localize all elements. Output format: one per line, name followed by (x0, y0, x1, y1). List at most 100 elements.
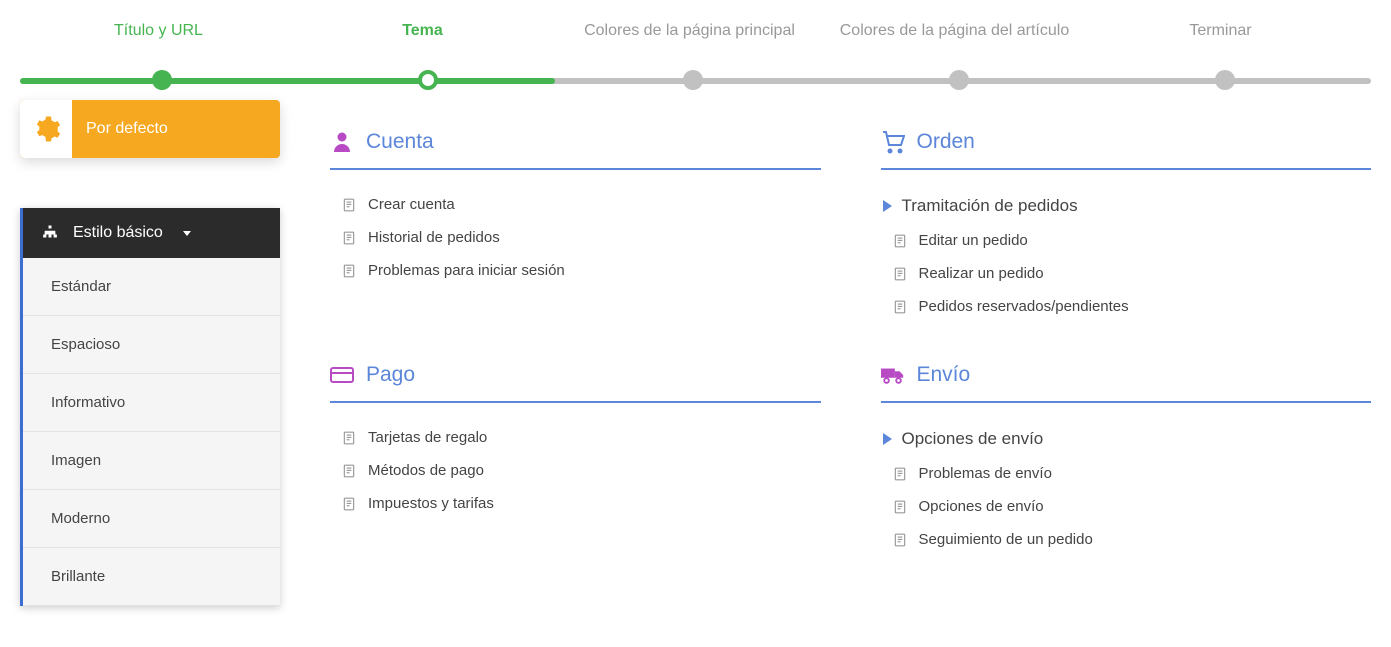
gear-icon-box (20, 100, 72, 158)
section-payment: Pago Tarjetas de regalo Métodos de pago … (330, 363, 821, 556)
cart-icon (881, 130, 905, 154)
item-label: Realizar un pedido (919, 265, 1044, 282)
document-icon (342, 264, 356, 278)
step-finish[interactable]: Terminar (1088, 22, 1353, 40)
section-header: Orden (881, 130, 1372, 170)
gear-icon (31, 114, 61, 144)
caret-right-icon (883, 433, 892, 445)
document-icon (342, 497, 356, 511)
style-option-label: Estándar (51, 278, 111, 295)
style-dropdown-header[interactable]: Estilo básico (23, 208, 280, 258)
theme-sidebar: Por defecto Estilo básico Estándar Espac… (20, 100, 280, 606)
stepper-progress (20, 78, 555, 84)
wizard-stepper: Título y URL Tema Colores de la página p… (0, 0, 1391, 100)
list-item[interactable]: Opciones de envío (881, 490, 1372, 523)
style-option-bright[interactable]: Brillante (23, 548, 280, 606)
section-title: Orden (917, 130, 975, 154)
section-header: Pago (330, 363, 821, 403)
item-list: Crear cuenta Historial de pedidos Proble… (330, 188, 821, 287)
style-panel: Estilo básico Estándar Espacioso Informa… (20, 208, 280, 606)
item-list: Tarjetas de regalo Métodos de pago Impue… (330, 421, 821, 520)
step-title-url[interactable]: Título y URL (26, 22, 291, 40)
default-button-label: Por defecto (72, 120, 168, 138)
document-icon (893, 234, 907, 248)
item-label: Métodos de pago (368, 462, 484, 479)
document-icon (342, 464, 356, 478)
item-label: Problemas para iniciar sesión (368, 262, 565, 279)
item-list: Problemas de envío Opciones de envío Seg… (881, 457, 1372, 556)
list-item[interactable]: Editar un pedido (881, 224, 1372, 257)
step-circle-5 (1215, 70, 1235, 90)
item-list: Editar un pedido Realizar un pedido Pedi… (881, 224, 1372, 323)
list-item[interactable]: Problemas de envío (881, 457, 1372, 490)
step-label: Terminar (1189, 22, 1251, 39)
style-option-modern[interactable]: Moderno (23, 490, 280, 548)
style-option-label: Moderno (51, 510, 110, 527)
list-item[interactable]: Crear cuenta (330, 188, 821, 221)
section-order: Orden Tramitación de pedidos Editar un p… (881, 130, 1372, 323)
document-icon (342, 231, 356, 245)
step-article-colors[interactable]: Colores de la página del artículo (822, 22, 1087, 40)
style-option-informative[interactable]: Informativo (23, 374, 280, 432)
step-label: Colores de la página del artículo (840, 22, 1069, 39)
section-account: Cuenta Crear cuenta Historial de pedidos… (330, 130, 821, 323)
item-label: Seguimiento de un pedido (919, 531, 1093, 548)
step-circle-2 (418, 70, 438, 90)
step-label: Título y URL (114, 22, 203, 39)
document-icon (342, 198, 356, 212)
item-label: Opciones de envío (902, 429, 1044, 449)
list-item[interactable]: Métodos de pago (330, 454, 821, 487)
section-shipping: Envío Opciones de envío Problemas de env… (881, 363, 1372, 556)
caret-right-icon (883, 200, 892, 212)
step-theme[interactable]: Tema (290, 22, 555, 40)
style-option-standard[interactable]: Estándar (23, 258, 280, 316)
default-theme-button[interactable]: Por defecto (20, 100, 280, 158)
list-item[interactable]: Problemas para iniciar sesión (330, 254, 821, 287)
step-circle-3 (683, 70, 703, 90)
item-label: Problemas de envío (919, 465, 1052, 482)
style-option-label: Informativo (51, 394, 125, 411)
style-option-image[interactable]: Imagen (23, 432, 280, 490)
document-icon (342, 431, 356, 445)
chevron-down-icon (183, 231, 191, 236)
step-label: Colores de la página principal (584, 22, 795, 39)
item-label: Impuestos y tarifas (368, 495, 494, 512)
list-item[interactable]: Historial de pedidos (330, 221, 821, 254)
item-label: Crear cuenta (368, 196, 455, 213)
item-label: Editar un pedido (919, 232, 1028, 249)
style-options-list: Estándar Espacioso Informativo Imagen Mo… (23, 258, 280, 606)
document-icon (893, 467, 907, 481)
list-item[interactable]: Realizar un pedido (881, 257, 1372, 290)
style-option-label: Imagen (51, 452, 101, 469)
item-label: Pedidos reservados/pendientes (919, 298, 1129, 315)
list-subfolder[interactable]: Opciones de envío (881, 421, 1372, 457)
truck-icon (881, 363, 905, 387)
style-option-spacious[interactable]: Espacioso (23, 316, 280, 374)
list-subfolder[interactable]: Tramitación de pedidos (881, 188, 1372, 224)
item-label: Tarjetas de regalo (368, 429, 487, 446)
section-title: Pago (366, 363, 415, 387)
theme-preview: Cuenta Crear cuenta Historial de pedidos… (330, 100, 1371, 606)
document-icon (893, 500, 907, 514)
item-label: Tramitación de pedidos (902, 196, 1078, 216)
item-label: Historial de pedidos (368, 229, 500, 246)
document-icon (893, 300, 907, 314)
section-header: Envío (881, 363, 1372, 403)
sitemap-icon (41, 224, 59, 242)
section-title: Cuenta (366, 130, 434, 154)
card-icon (330, 363, 354, 387)
list-item[interactable]: Tarjetas de regalo (330, 421, 821, 454)
style-option-label: Brillante (51, 568, 105, 585)
list-item[interactable]: Impuestos y tarifas (330, 487, 821, 520)
document-icon (893, 533, 907, 547)
list-item[interactable]: Pedidos reservados/pendientes (881, 290, 1372, 323)
document-icon (893, 267, 907, 281)
section-header: Cuenta (330, 130, 821, 170)
step-main-colors[interactable]: Colores de la página principal (557, 22, 822, 40)
section-title: Envío (917, 363, 971, 387)
style-option-label: Espacioso (51, 336, 120, 353)
style-header-label: Estilo básico (73, 224, 163, 242)
list-item[interactable]: Seguimiento de un pedido (881, 523, 1372, 556)
item-label: Opciones de envío (919, 498, 1044, 515)
step-circle-1 (152, 70, 172, 90)
